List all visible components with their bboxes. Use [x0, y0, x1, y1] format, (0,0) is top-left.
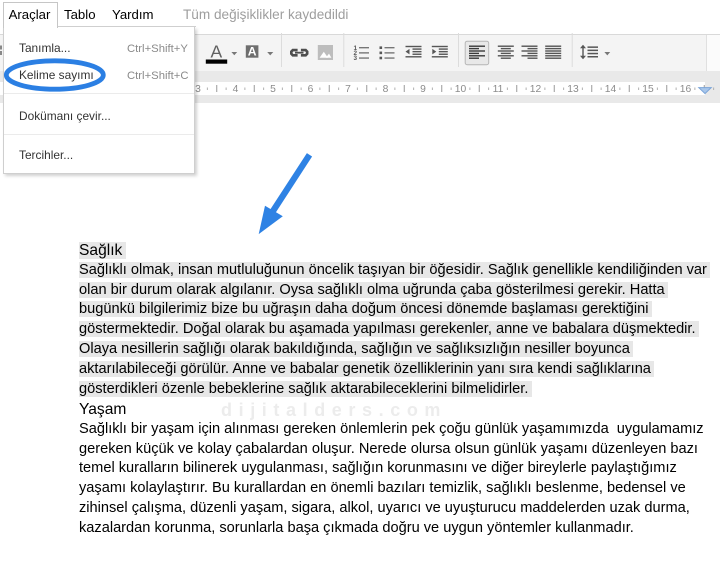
svg-text:3: 3 — [195, 84, 201, 95]
svg-text:10: 10 — [455, 84, 467, 95]
svg-text:6: 6 — [308, 84, 314, 95]
svg-text:3: 3 — [354, 55, 358, 62]
svg-text:15: 15 — [642, 84, 654, 95]
svg-text:A: A — [210, 42, 222, 62]
svg-text:7: 7 — [345, 84, 351, 95]
svg-text:12: 12 — [530, 84, 542, 95]
svg-text:8: 8 — [383, 84, 389, 95]
svg-text:16: 16 — [680, 84, 692, 95]
svg-text:13: 13 — [567, 84, 579, 95]
svg-text:A: A — [248, 45, 257, 59]
svg-text:4: 4 — [233, 84, 239, 95]
svg-text:11: 11 — [493, 84, 504, 95]
svg-text:14: 14 — [605, 84, 617, 95]
svg-text:9: 9 — [420, 84, 426, 95]
svg-text:5: 5 — [270, 84, 276, 95]
